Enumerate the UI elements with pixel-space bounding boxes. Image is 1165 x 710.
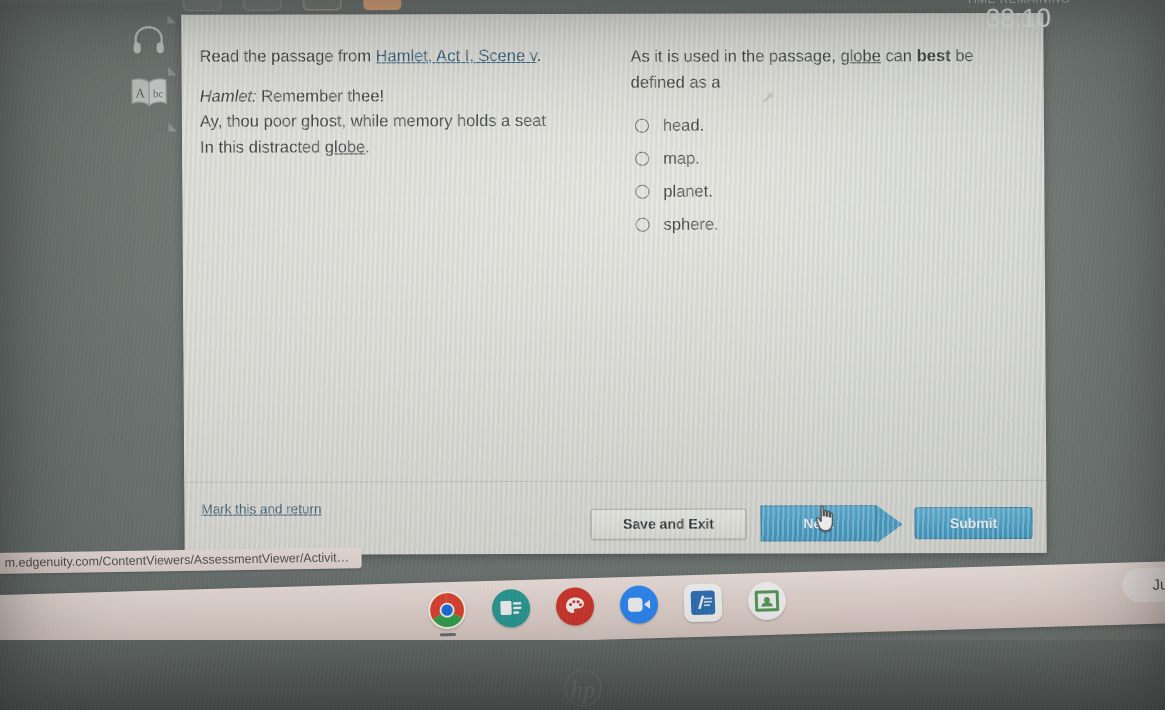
radio-sphere[interactable] — [635, 218, 650, 233]
svg-text:hp: hp — [570, 677, 595, 704]
answer-option-map[interactable]: map. — [635, 149, 1018, 169]
answer-label-sphere: sphere. — [663, 215, 719, 234]
chromebook-screen: TIME REMAINING 38:10 A bc ◣ ◣ ◣ — [0, 0, 1165, 710]
shelf-app-slides[interactable] — [491, 588, 531, 628]
radio-map[interactable] — [635, 152, 650, 167]
shelf-app-icons — [427, 581, 787, 637]
progress-pill-1[interactable] — [183, 0, 222, 12]
svg-text:A: A — [135, 85, 145, 100]
answer-label-head: head. — [662, 116, 705, 135]
chrome-icon[interactable] — [427, 590, 467, 630]
progress-pill-4-current[interactable] — [363, 0, 402, 11]
browser-status-url: m.edgenuity.com/ContentViewers/Assessmen… — [0, 547, 362, 574]
paint-palette-icon[interactable] — [555, 586, 595, 627]
dictionary-book-icon[interactable]: A bc — [129, 76, 169, 113]
screen-reflection-artifact — [762, 92, 773, 103]
answer-label-map: map. — [663, 149, 700, 168]
headphones-icon[interactable] — [131, 24, 165, 59]
progress-pill-3[interactable] — [303, 0, 342, 11]
question-progress-pills[interactable] — [183, 0, 402, 12]
assessment-panel: Read the passage from Hamlet, Act I, Sce… — [181, 12, 1047, 555]
chrome-active-indicator — [439, 632, 456, 637]
time-remaining-value: 38:10 — [985, 2, 1052, 33]
passage-vocab-term: globe — [324, 138, 366, 157]
passage-intro-prefix: Read the passage from — [199, 47, 376, 66]
question-part-1: As it is used in the passage, — [630, 47, 841, 66]
svg-text:bc: bc — [153, 88, 164, 100]
passage-line-3: In this distracted globe. — [200, 135, 553, 161]
next-button[interactable]: Next — [760, 505, 877, 542]
question-column: As it is used in the passage, globe can … — [630, 43, 1018, 249]
zoom-camera-icon[interactable] — [619, 585, 659, 625]
answer-option-planet[interactable]: planet. — [635, 182, 1018, 202]
answer-option-head[interactable]: head. — [634, 116, 1018, 136]
laptop-screen-photo: TIME REMAINING 38:10 A bc ◣ ◣ ◣ — [0, 0, 1165, 710]
radio-planet[interactable] — [635, 185, 650, 200]
shelf-app-chrome[interactable] — [427, 590, 467, 637]
progress-pill-2[interactable] — [243, 0, 282, 11]
passage-line-3-post: . — [365, 138, 370, 157]
passage-intro-suffix: . — [536, 46, 542, 66]
rail-fold-mark-2: ◣ — [167, 65, 177, 78]
shelf-app-paint-palette[interactable] — [555, 586, 595, 627]
answer-option-sphere[interactable]: sphere. — [635, 215, 1018, 235]
passage-speaker: Hamlet: — [199, 87, 257, 106]
mark-this-and-return-link[interactable]: Mark this and return — [201, 501, 321, 516]
radio-head[interactable] — [634, 119, 649, 134]
answer-label-planet: planet. — [663, 182, 713, 201]
save-and-exit-button[interactable]: Save and Exit — [590, 508, 747, 540]
shelf-status-clock[interactable]: Jun — [1122, 566, 1165, 603]
submit-button[interactable]: Submit — [914, 506, 1033, 540]
passage-line-3-pre: In this distracted — [200, 138, 325, 157]
hp-logo: hp — [563, 669, 602, 707]
question-vocab-term: globe — [840, 47, 881, 66]
passage-source-link[interactable]: Hamlet, Act I, Scene v — [376, 47, 537, 65]
passage-column: Read the passage from Hamlet, Act I, Sce… — [199, 44, 553, 250]
shelf-app-google-classroom[interactable] — [747, 581, 787, 621]
document-app-icon[interactable] — [683, 583, 723, 623]
question-part-2: can — [880, 47, 917, 66]
rail-fold-mark-3: ◣ — [168, 121, 178, 134]
footer-button-bar: Save and Exit Next Submit — [590, 505, 1033, 542]
slides-icon[interactable] — [491, 588, 531, 628]
google-classroom-icon[interactable] — [747, 581, 787, 621]
passage-line-1: Hamlet: Remember thee! — [200, 84, 553, 110]
shelf-app-document[interactable] — [683, 583, 723, 623]
passage-line-2: Ay, thou poor ghost, while memory holds … — [199, 112, 547, 131]
question-emphasis: best — [916, 47, 951, 66]
time-remaining: TIME REMAINING 38:10 — [966, 0, 1071, 33]
passage-line-1-rest: Remember thee! — [256, 86, 385, 106]
rail-fold-mark-1: ◣ — [167, 13, 176, 26]
shelf-app-zoom[interactable] — [619, 585, 659, 625]
question-prompt: As it is used in the passage, globe can … — [630, 43, 1017, 97]
passage-intro: Read the passage from Hamlet, Act I, Sce… — [199, 44, 552, 70]
